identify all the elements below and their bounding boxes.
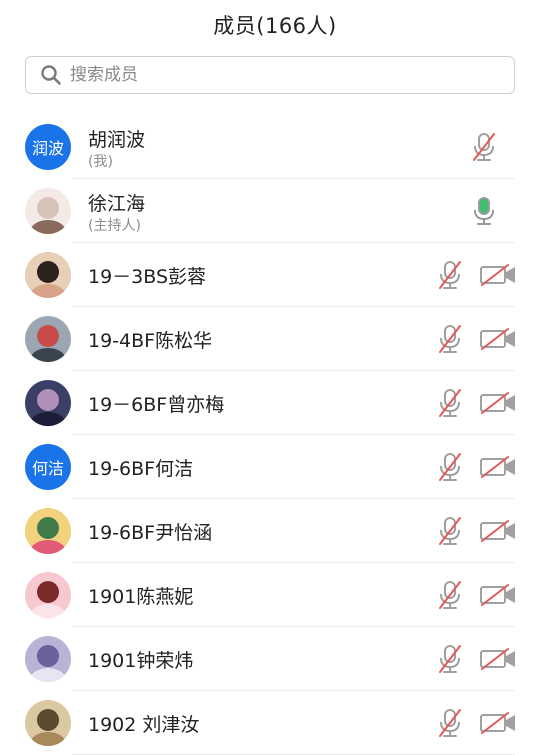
member-avatar[interactable] <box>25 316 71 362</box>
page-header: 成员(166人) <box>0 0 550 50</box>
search-box[interactable] <box>25 56 515 94</box>
member-avatar[interactable] <box>25 636 71 682</box>
microphone-active-icon[interactable] <box>471 195 497 227</box>
member-row[interactable]: 19－6BF曾亦梅 <box>0 371 550 435</box>
member-role-label: (主持人) <box>88 218 141 234</box>
member-row[interactable]: 何洁 19-6BF何洁 <box>0 435 550 499</box>
camera-off-icon[interactable] <box>479 327 517 351</box>
member-row[interactable]: 19-4BF陈松华 <box>0 307 550 371</box>
microphone-muted-icon[interactable] <box>437 451 463 483</box>
microphone-muted-icon[interactable] <box>437 579 463 611</box>
camera-off-icon[interactable] <box>479 263 517 287</box>
member-avatar[interactable]: 润波 <box>25 124 71 170</box>
member-row[interactable]: 徐江海 (主持人) <box>0 179 550 243</box>
microphone-muted-icon[interactable] <box>437 387 463 419</box>
member-name: 徐江海 <box>88 193 146 215</box>
microphone-muted-icon[interactable] <box>437 259 463 291</box>
member-avatar[interactable] <box>25 188 71 234</box>
member-name: 19-6BF尹怡涵 <box>88 522 213 544</box>
camera-off-icon[interactable] <box>479 391 517 415</box>
member-name: 19－6BF曾亦梅 <box>88 394 225 416</box>
microphone-muted-icon[interactable] <box>437 707 463 739</box>
member-avatar[interactable] <box>25 252 71 298</box>
camera-off-icon[interactable] <box>479 519 517 543</box>
camera-off-icon[interactable] <box>479 583 517 607</box>
member-avatar[interactable] <box>25 380 71 426</box>
member-row[interactable]: 1901钟荣炜 <box>0 627 550 691</box>
microphone-muted-icon[interactable] <box>437 643 463 675</box>
search-input[interactable] <box>68 64 492 86</box>
member-row[interactable]: 润波 胡润波 (我) <box>0 115 550 179</box>
microphone-muted-icon[interactable] <box>437 323 463 355</box>
member-row[interactable]: 19-6BF尹怡涵 <box>0 499 550 563</box>
microphone-muted-icon[interactable] <box>471 131 497 163</box>
member-avatar[interactable]: 何洁 <box>25 444 71 490</box>
member-name: 1901钟荣炜 <box>88 650 194 672</box>
member-name: 19－3BS彭蓉 <box>88 266 207 288</box>
member-row[interactable]: 19－3BS彭蓉 <box>0 243 550 307</box>
microphone-muted-icon[interactable] <box>437 515 463 547</box>
member-avatar[interactable] <box>25 572 71 618</box>
member-name: 19-4BF陈松华 <box>88 330 213 352</box>
camera-off-icon[interactable] <box>479 647 517 671</box>
member-name: 1901陈燕妮 <box>88 586 194 608</box>
page-title: 成员(166人) <box>213 14 337 38</box>
member-avatar[interactable] <box>25 700 71 746</box>
camera-off-icon[interactable] <box>479 455 517 479</box>
camera-off-icon[interactable] <box>479 711 517 735</box>
member-name: 胡润波 <box>88 129 146 151</box>
member-row[interactable]: 1901陈燕妮 <box>0 563 550 627</box>
member-list: 润波 胡润波 (我) 徐江海 (主持人) 19－3BS彭蓉 19-4BF陈松华 19－6BF曾… <box>0 115 550 755</box>
member-row[interactable]: 1902 刘津汝 <box>0 691 550 755</box>
member-avatar[interactable] <box>25 508 71 554</box>
member-name: 1902 刘津汝 <box>88 714 200 736</box>
member-name: 19-6BF何洁 <box>88 458 194 480</box>
search-icon <box>40 64 62 86</box>
member-role-label: (我) <box>88 154 113 170</box>
